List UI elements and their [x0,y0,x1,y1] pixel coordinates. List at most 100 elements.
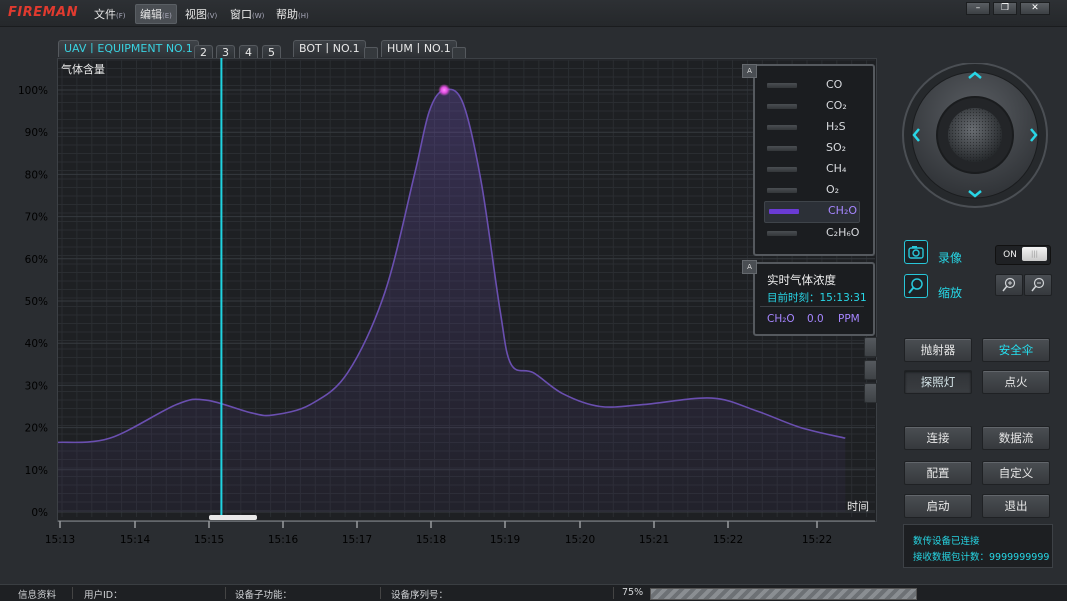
chart-title: 气体含量 [61,62,105,76]
toggle-on-label: ON [1003,250,1017,260]
config-button[interactable]: 配置 [904,461,972,485]
current-time: 目前时刻：15:13:31 [767,292,867,304]
y-tick-label: 30% [25,380,48,392]
y-tick-label: 100% [18,85,48,97]
timeline-scroll-handle[interactable] [209,515,257,520]
device-serial: 设备序列号： [391,590,449,601]
peak-marker [438,84,451,96]
legend-item-o2[interactable]: O₂ [763,181,859,201]
y-tick-label: 90% [25,127,48,139]
legend-label: C₂H₆O [826,226,860,239]
legend-item-ch4[interactable]: CH₄ [763,160,859,180]
x-tick-label: 15:20 [565,534,595,546]
ignite-button[interactable]: 点火 [982,370,1050,394]
status-bar: 信息资料 用户ID： 设备子功能： 设备序列号： 75% [0,584,1067,601]
zoom-in-icon [1002,277,1016,292]
y-tick-label: 50% [25,296,48,308]
zoom-out-icon [1031,277,1045,292]
y-tick-label: 10% [25,465,48,477]
x-tick-label: 15:18 [416,534,446,546]
legend-swatch [767,146,797,151]
searchlight-button[interactable]: 探照灯 [904,370,972,394]
zoom-in-button[interactable] [995,274,1023,296]
realtime-pin-button[interactable]: A [742,260,757,274]
x-tick-label: 15:21 [639,534,669,546]
minimize-button[interactable]: – [966,2,990,15]
legend-label: CO [826,78,843,91]
progress-percent: 75% [622,587,644,598]
y-tick-label: 80% [25,169,48,181]
legend-label: CH₂O [828,204,858,217]
legend-item-co2[interactable]: CO₂ [763,97,859,117]
legend-label: CH₄ [826,162,847,175]
divider [72,587,73,599]
legend-item-c2h6o[interactable]: C₂H₆O [763,224,859,244]
legend-label: CO₂ [826,99,847,112]
x-tick-label: 15:13 [45,534,75,546]
packet-count: 接收数据包计数：9999999999 [913,552,1050,563]
restore-button[interactable]: ❐ [993,2,1017,15]
divider [760,306,864,307]
progress-fill [651,589,850,599]
gas-legend-panel: CO CO₂ H₂S SO₂ CH₄ O₂ CH₂O C₂H₆O [753,64,875,256]
y-tick-label: 20% [25,423,48,435]
camera-icon[interactable] [904,240,928,264]
realtime-value: 0.0 [807,313,824,325]
record-toggle[interactable]: ON ||| [995,245,1051,265]
safety-parachute-button[interactable]: 安全伞 [982,338,1050,362]
close-button[interactable]: ✕ [1020,2,1050,15]
x-tick-label: 15:22 [713,534,743,546]
legend-label: H₂S [826,120,846,133]
connection-status-box: 数传设备已连接 接收数据包计数：9999999999 [903,524,1053,568]
legend-item-co[interactable]: CO [763,76,859,96]
progress-bar [650,588,917,600]
x-tick-label: 15:17 [342,534,372,546]
toggle-knob[interactable]: ||| [1022,247,1047,261]
joystick-dpad[interactable] [900,63,1050,213]
legend-label: SO₂ [826,141,847,154]
y-tick-label: 70% [25,212,48,224]
record-label: 录像 [938,251,963,265]
launcher-button[interactable]: 抛射器 [904,338,972,362]
realtime-gas: CH₂O [767,313,795,325]
y-tick-label: 0% [31,507,48,519]
legend-swatch [767,188,797,193]
legend-pin-button[interactable]: A [742,64,757,78]
zoom-icon[interactable] [904,274,928,298]
exit-button[interactable]: 退出 [982,494,1050,518]
connect-button[interactable]: 连接 [904,426,972,450]
user-id: 用户ID： [84,590,123,601]
start-button[interactable]: 启动 [904,494,972,518]
custom-button[interactable]: 自定义 [982,461,1050,485]
y-tick-label: 40% [25,338,48,350]
x-axis-label: 时间 [847,500,869,513]
x-tick-label: 15:15 [194,534,224,546]
legend-item-h2s[interactable]: H₂S [763,118,859,138]
x-axis-ticks: 15:13 15:14 15:15 15:16 15:17 15:18 15:19 15:20… [45,520,875,546]
x-tick-label: 15:22 [802,534,832,546]
knob-texture [948,108,1002,162]
legend-swatch [767,83,797,88]
divider [380,587,381,599]
legend-swatch [767,167,797,172]
realtime-concentration-panel: 实时气体浓度 目前时刻：15:13:31 CH₂O 0.0 PPM [753,262,875,336]
legend-swatch [767,125,797,130]
zoom-label: 缩放 [938,286,963,300]
divider [225,587,226,599]
legend-swatch [767,104,797,109]
legend-item-so2[interactable]: SO₂ [763,139,859,159]
y-tick-label: 60% [25,254,48,266]
legend-label: O₂ [826,183,840,196]
side-tab-1[interactable] [864,337,877,357]
legend-item-ch2o[interactable]: CH₂O [764,201,860,223]
zoom-out-button[interactable] [1024,274,1052,296]
realtime-unit: PPM [838,313,860,325]
side-tab-2[interactable] [864,360,877,380]
x-tick-label: 15:16 [268,534,299,546]
legend-swatch [767,231,797,236]
realtime-title: 实时气体浓度 [767,273,836,287]
data-stream-button[interactable]: 数据流 [982,426,1050,450]
side-tab-3[interactable] [864,383,877,403]
legend-swatch [769,209,799,214]
x-tick-label: 15:19 [490,534,520,546]
